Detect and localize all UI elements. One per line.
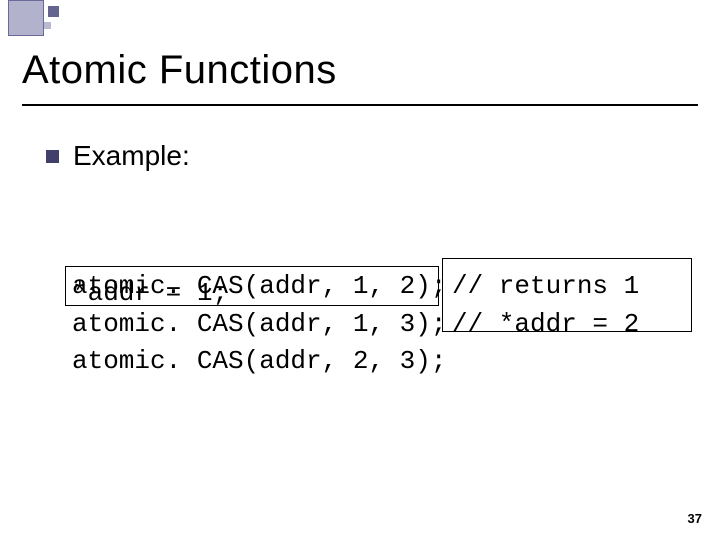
deco-square-small (44, 22, 51, 29)
code-line-2: atomic. CAS(addr, 1, 3); (72, 306, 446, 344)
slide-title: Atomic Functions (22, 48, 337, 93)
comment-body: // returns 1 // *addr = 2 (452, 268, 639, 343)
comment-line-2: // *addr = 2 (452, 306, 639, 344)
code-body: atomic. CAS(addr, 1, 2); atomic. CAS(add… (72, 268, 446, 381)
deco-square-medium (48, 6, 59, 17)
bullet-item: Example: (46, 140, 190, 172)
slide: Atomic Functions Example: *addr = 1; ato… (0, 0, 720, 540)
code-line-1: atomic. CAS(addr, 1, 2); (72, 268, 446, 306)
title-underline (22, 104, 698, 106)
code-line-3: atomic. CAS(addr, 2, 3); (72, 343, 446, 381)
deco-square-large (8, 0, 44, 36)
page-number: 37 (688, 511, 702, 526)
comment-line-1: // returns 1 (452, 268, 639, 306)
bullet-text: Example: (73, 140, 190, 172)
bullet-icon (46, 150, 59, 163)
